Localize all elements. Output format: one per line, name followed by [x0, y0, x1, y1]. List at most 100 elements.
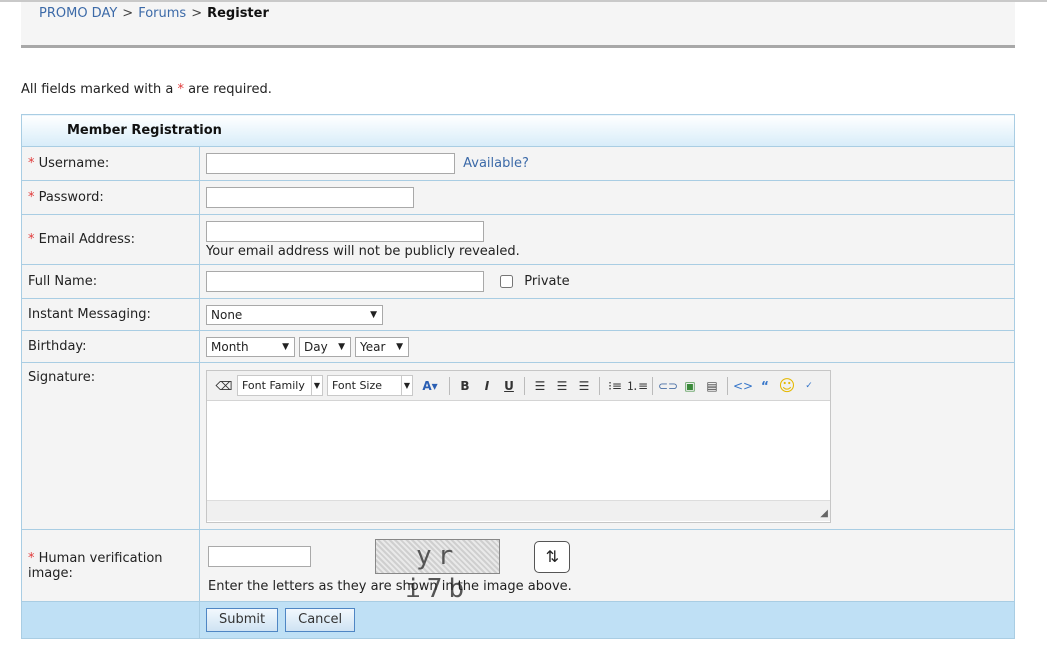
captcha-input[interactable]	[208, 546, 311, 567]
captcha-row: * Human verification image: yr i7b ⇅ Ent…	[21, 529, 1015, 604]
form-header-row: Member Registration	[21, 114, 1015, 147]
quote-icon[interactable]: “	[756, 377, 774, 395]
align-left-icon[interactable]: ☰	[531, 377, 549, 395]
dropdown-arrow-icon: ▼	[338, 341, 345, 352]
signature-editor: ⌫ Font Family ▼ Font Size ▼ A▾ B I U ☰ ☰ ☰…	[206, 370, 831, 523]
editor-body[interactable]	[207, 401, 830, 500]
birthday-label: Birthday:	[28, 339, 87, 354]
birthday-label-cell: Birthday:	[21, 330, 200, 363]
font-size-dropdown[interactable]: Font Size ▼	[327, 375, 413, 396]
required-star: *	[28, 190, 35, 205]
align-right-icon[interactable]: ☰	[575, 377, 593, 395]
eraser-icon[interactable]: ⌫	[215, 377, 233, 395]
button-row: Submit Cancel	[21, 601, 1015, 639]
birthday-day-value: Day	[304, 339, 328, 354]
image-icon[interactable]: ▣	[681, 377, 699, 395]
resize-grip-icon[interactable]: ◢	[820, 508, 828, 519]
fullname-input[interactable]	[206, 271, 484, 292]
email-input[interactable]	[206, 220, 484, 242]
password-field-cell	[199, 180, 1015, 215]
username-field-cell: Available?	[199, 146, 1015, 181]
required-star: *	[177, 82, 184, 97]
email-hint: Your email address will not be publicly …	[206, 243, 520, 259]
breadcrumb-separator: >	[191, 6, 203, 21]
fullname-row: Full Name: Private	[21, 264, 1015, 299]
birthday-month-select[interactable]: Month ▼	[206, 336, 295, 357]
required-star: *	[28, 232, 35, 247]
birthday-field-cell: Month ▼ Day ▼ Year ▼	[199, 330, 1015, 363]
link-icon[interactable]: ⊂⊃	[658, 377, 678, 395]
password-row: * Password:	[21, 180, 1015, 215]
private-checkbox[interactable]	[500, 275, 514, 288]
signature-field-cell: ⌫ Font Family ▼ Font Size ▼ A▾ B I U ☰ ☰ ☰…	[199, 362, 1015, 530]
fullname-label: Full Name:	[28, 274, 98, 289]
toolbar-divider	[524, 376, 525, 395]
username-label: Username:	[38, 156, 110, 171]
refresh-captcha-button[interactable]: ⇅	[534, 540, 571, 573]
im-label-cell: Instant Messaging:	[21, 298, 200, 331]
im-field-cell: None ▼	[199, 298, 1015, 331]
video-icon[interactable]: ▤	[703, 377, 721, 395]
toolbar-divider	[449, 376, 450, 395]
required-note-text: All fields marked with a	[21, 82, 174, 97]
font-family-dropdown[interactable]: Font Family ▼	[237, 375, 323, 396]
code-icon[interactable]: <>	[733, 377, 753, 395]
email-field-cell: Your email address will not be publicly …	[199, 214, 1015, 265]
username-input[interactable]	[206, 153, 455, 174]
im-select[interactable]: None ▼	[206, 304, 383, 325]
birthday-year-value: Year	[360, 339, 386, 354]
bold-icon[interactable]: B	[456, 377, 474, 395]
editor-statusbar: ◢	[207, 500, 830, 521]
italic-icon[interactable]: I	[478, 377, 496, 395]
breadcrumb-current: Register	[207, 6, 269, 21]
fullname-label-cell: Full Name:	[21, 264, 200, 299]
dropdown-arrow-icon: ▼	[400, 376, 410, 395]
im-row: Instant Messaging: None ▼	[21, 298, 1015, 331]
password-input[interactable]	[206, 187, 414, 208]
bullet-list-icon[interactable]: ⁝≡	[606, 377, 624, 395]
captcha-image: yr i7b	[375, 539, 501, 604]
captcha-hint: Enter the letters as they are shown in t…	[208, 579, 572, 594]
dropdown-arrow-icon: ▼	[310, 376, 320, 395]
username-row: * Username: Available?	[21, 146, 1015, 181]
align-center-icon[interactable]: ☰	[553, 377, 571, 395]
password-label: Password:	[38, 190, 104, 205]
signature-row: Signature: ⌫ Font Family ▼ Font Size ▼ A▾ …	[21, 362, 1015, 530]
captcha-label: Human verification image:	[28, 550, 163, 581]
birthday-year-select[interactable]: Year ▼	[355, 336, 409, 357]
button-cell: Submit Cancel	[199, 601, 1015, 639]
captcha-controls: yr i7b ⇅	[208, 539, 1013, 604]
breadcrumb-separator: >	[122, 6, 134, 21]
toolbar-divider	[599, 376, 600, 395]
private-label: Private	[524, 274, 570, 289]
birthday-row: Birthday: Month ▼ Day ▼ Year ▼	[21, 330, 1015, 363]
signature-label: Signature:	[28, 370, 96, 385]
required-fields-note: All fields marked with a * are required.	[21, 82, 272, 97]
button-row-spacer	[21, 601, 200, 639]
im-selected-value: None	[211, 307, 243, 322]
breadcrumb-bar: PROMO DAY > Forums > Register	[21, 2, 1015, 48]
spellcheck-icon[interactable]: ✓	[800, 377, 818, 395]
birthday-month-value: Month	[211, 339, 249, 354]
signature-label-cell: Signature:	[21, 362, 200, 530]
fullname-field-cell: Private	[199, 264, 1015, 299]
font-color-icon[interactable]: A▾	[417, 377, 443, 395]
captcha-field-cell: yr i7b ⇅ Enter the letters as they are s…	[199, 529, 1015, 604]
editor-toolbar: ⌫ Font Family ▼ Font Size ▼ A▾ B I U ☰ ☰ ☰…	[207, 371, 830, 401]
required-note-text-end: are required.	[188, 82, 272, 97]
form-title: Member Registration	[21, 114, 1015, 147]
submit-button[interactable]: Submit	[206, 608, 279, 632]
cancel-button[interactable]: Cancel	[285, 608, 356, 632]
underline-icon[interactable]: U	[500, 377, 518, 395]
dropdown-arrow-icon: ▼	[282, 341, 289, 352]
breadcrumb-link-home[interactable]: PROMO DAY	[39, 6, 117, 21]
breadcrumb-link-forums[interactable]: Forums	[138, 6, 186, 21]
numbered-list-icon[interactable]: ⒈≡	[626, 377, 648, 395]
smiley-icon[interactable]: ☺	[778, 376, 796, 395]
refresh-icon: ⇅	[545, 547, 559, 566]
toolbar-divider	[727, 376, 728, 395]
birthday-day-select[interactable]: Day ▼	[299, 336, 351, 357]
email-label-cell: * Email Address:	[21, 214, 200, 265]
availability-link[interactable]: Available?	[463, 156, 529, 171]
username-label-cell: * Username:	[21, 146, 200, 181]
